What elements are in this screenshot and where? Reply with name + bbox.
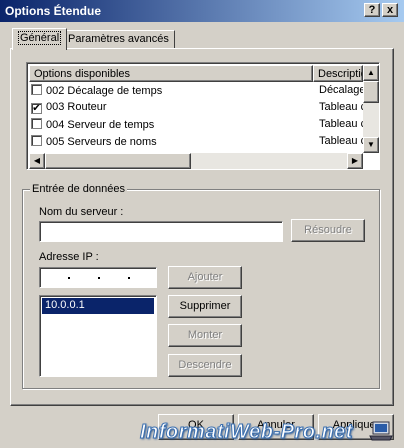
option-description: Tableau c	[319, 118, 365, 130]
ip-list[interactable]: 10.0.0.1	[39, 295, 157, 377]
list-item[interactable]: 004 Serveur de temps Tableau c	[31, 118, 365, 135]
resolve-button[interactable]: Résoudre	[291, 219, 365, 242]
option-description: Tableau c	[319, 101, 365, 113]
tab-general-label: Général	[18, 31, 62, 45]
option-description: Décalage	[319, 84, 365, 96]
column-header-description[interactable]: Descriptio	[313, 65, 363, 82]
server-name-input[interactable]	[39, 221, 283, 242]
ip-address-input[interactable]	[39, 267, 157, 288]
option-description: Tableau c	[319, 135, 365, 147]
column-header-options[interactable]: Options disponibles	[29, 65, 313, 82]
vertical-scrollbar[interactable]: ▲ ▼	[363, 65, 379, 153]
server-name-label: Nom du serveur :	[39, 206, 124, 218]
list-item[interactable]: 002 Décalage de temps Décalage	[31, 84, 365, 101]
title-bar: Options Étendue ? x	[0, 0, 404, 22]
ip-separator-dot	[98, 277, 100, 279]
option-label: 002 Décalage de temps	[46, 85, 163, 97]
scroll-left-icon[interactable]: ◀	[29, 153, 45, 169]
tab-general[interactable]: Général	[12, 28, 68, 50]
option-checkbox[interactable]	[31, 84, 42, 95]
scroll-up-icon[interactable]: ▲	[363, 65, 379, 81]
group-label: Entrée de données	[30, 183, 127, 195]
remove-button[interactable]: Supprimer	[168, 295, 242, 318]
move-up-button[interactable]: Monter	[168, 324, 242, 347]
help-button[interactable]: ?	[364, 3, 380, 17]
list-item[interactable]: 005 Serveurs de noms Tableau c	[31, 135, 365, 152]
option-label: 005 Serveurs de noms	[46, 136, 157, 148]
list-item[interactable]: ✔ 003 Routeur Tableau c	[31, 101, 365, 118]
scroll-thumb[interactable]	[45, 153, 191, 169]
option-checkbox-checked[interactable]: ✔	[31, 103, 42, 114]
option-checkbox[interactable]	[31, 118, 42, 129]
close-button[interactable]: x	[382, 3, 398, 17]
laptop-icon	[369, 421, 393, 441]
ip-separator-dot	[128, 277, 130, 279]
ip-separator-dot	[68, 277, 70, 279]
scroll-right-icon[interactable]: ▶	[347, 153, 363, 169]
option-label: 003 Routeur	[46, 101, 107, 113]
scroll-thumb[interactable]	[363, 81, 379, 103]
window-title: Options Étendue	[5, 4, 101, 18]
move-down-button[interactable]: Descendre	[168, 354, 242, 377]
tab-advanced-label: Paramètres avancés	[68, 33, 169, 45]
horizontal-scrollbar[interactable]: ◀ ▶	[29, 153, 363, 169]
options-list[interactable]: Options disponibles Descriptio 002 Décal…	[26, 62, 380, 170]
option-checkbox[interactable]	[31, 135, 42, 146]
tab-advanced-settings[interactable]: Paramètres avancés	[62, 30, 175, 48]
option-label: 004 Serveur de temps	[46, 119, 155, 131]
add-button[interactable]: Ajouter	[168, 266, 242, 289]
watermark-text: InformatiWeb-Pro.net	[140, 421, 353, 444]
ip-list-item-selected[interactable]: 10.0.0.1	[42, 298, 154, 314]
ip-address-label: Adresse IP :	[39, 251, 99, 263]
scroll-down-icon[interactable]: ▼	[363, 137, 379, 153]
